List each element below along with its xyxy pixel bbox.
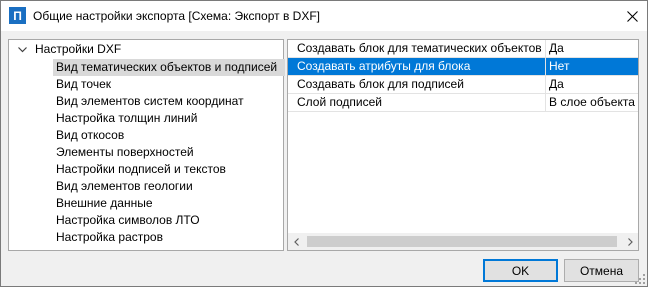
title-bar: П Общие настройки экспорта [Схема: Экспо… <box>1 1 647 31</box>
horizontal-scrollbar[interactable] <box>288 233 638 250</box>
resize-grip-icon[interactable] <box>635 274 646 285</box>
tree-item[interactable]: Элементы поверхностей <box>53 144 285 161</box>
tree-root-label: Настройки DXF <box>35 42 122 56</box>
export-settings-dialog: П Общие настройки экспорта [Схема: Экспо… <box>0 0 648 287</box>
property-row[interactable]: Создавать блок для тематических объектов… <box>288 40 638 58</box>
property-value[interactable]: В слое объекта <box>546 94 638 111</box>
cancel-button[interactable]: Отмена <box>564 259 639 282</box>
chevron-right-icon <box>627 237 633 246</box>
property-grid[interactable]: Создавать блок для тематических объектов… <box>287 39 639 251</box>
ok-button[interactable]: OK <box>483 259 558 282</box>
tree-item[interactable]: Вид элементов геологии <box>53 178 285 195</box>
close-button[interactable] <box>617 1 647 31</box>
property-value[interactable]: Нет <box>546 58 638 75</box>
tree-item[interactable]: Настройка символов ЛТО <box>53 212 285 229</box>
property-value[interactable]: Да <box>546 76 638 93</box>
tree-item[interactable]: Вид точек <box>53 76 285 93</box>
tree-item[interactable]: Настройки подписей и текстов <box>53 161 285 178</box>
scroll-left-button[interactable] <box>288 233 305 250</box>
tree-children: Вид тематических объектов и подписей Вид… <box>53 59 285 246</box>
tree-item[interactable]: Настройка растров <box>53 229 285 246</box>
property-name: Слой подписей <box>288 94 546 111</box>
property-row[interactable]: Создавать блок для подписей Да <box>288 76 638 94</box>
chevron-left-icon <box>293 237 299 246</box>
tree-item[interactable]: Вид тематических объектов и подписей <box>53 59 285 76</box>
close-icon <box>626 10 638 22</box>
tree-item[interactable]: Вид откосов <box>53 127 285 144</box>
property-name: Создавать атрибуты для блока <box>288 58 546 75</box>
scroll-right-button[interactable] <box>621 233 638 250</box>
chevron-down-icon[interactable] <box>17 44 28 55</box>
settings-tree[interactable]: Настройки DXF Вид тематических объектов … <box>8 39 285 251</box>
tree-item[interactable]: Внешние данные <box>53 195 285 212</box>
scroll-thumb[interactable] <box>307 236 617 247</box>
property-row[interactable]: Создавать атрибуты для блока Нет <box>288 58 638 76</box>
dialog-content: Настройки DXF Вид тематических объектов … <box>1 31 647 286</box>
window-title: Общие настройки экспорта [Схема: Экспорт… <box>33 9 320 23</box>
tree-item[interactable]: Настройка толщин линий <box>53 110 285 127</box>
property-value[interactable]: Да <box>546 40 638 57</box>
tree-item[interactable]: Вид элементов систем координат <box>53 93 285 110</box>
app-icon: П <box>9 7 26 24</box>
property-name: Создавать блок для подписей <box>288 76 546 93</box>
property-name: Создавать блок для тематических объектов <box>288 40 546 57</box>
property-row[interactable]: Слой подписей В слое объекта <box>288 94 638 112</box>
